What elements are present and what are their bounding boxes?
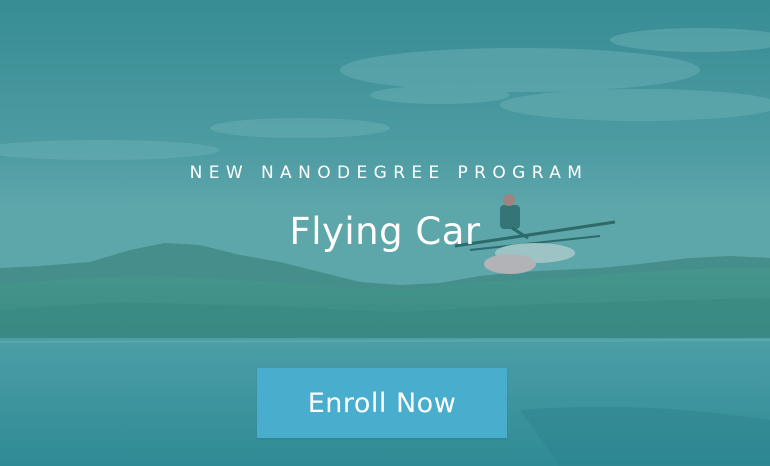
program-title: Flying Car bbox=[289, 210, 481, 253]
program-eyebrow: NEW NANODEGREE PROGRAM bbox=[189, 163, 589, 183]
enroll-now-button[interactable]: Enroll Now bbox=[257, 368, 507, 438]
hero-banner: NEW NANODEGREE PROGRAM Flying Car Enroll… bbox=[0, 0, 770, 466]
